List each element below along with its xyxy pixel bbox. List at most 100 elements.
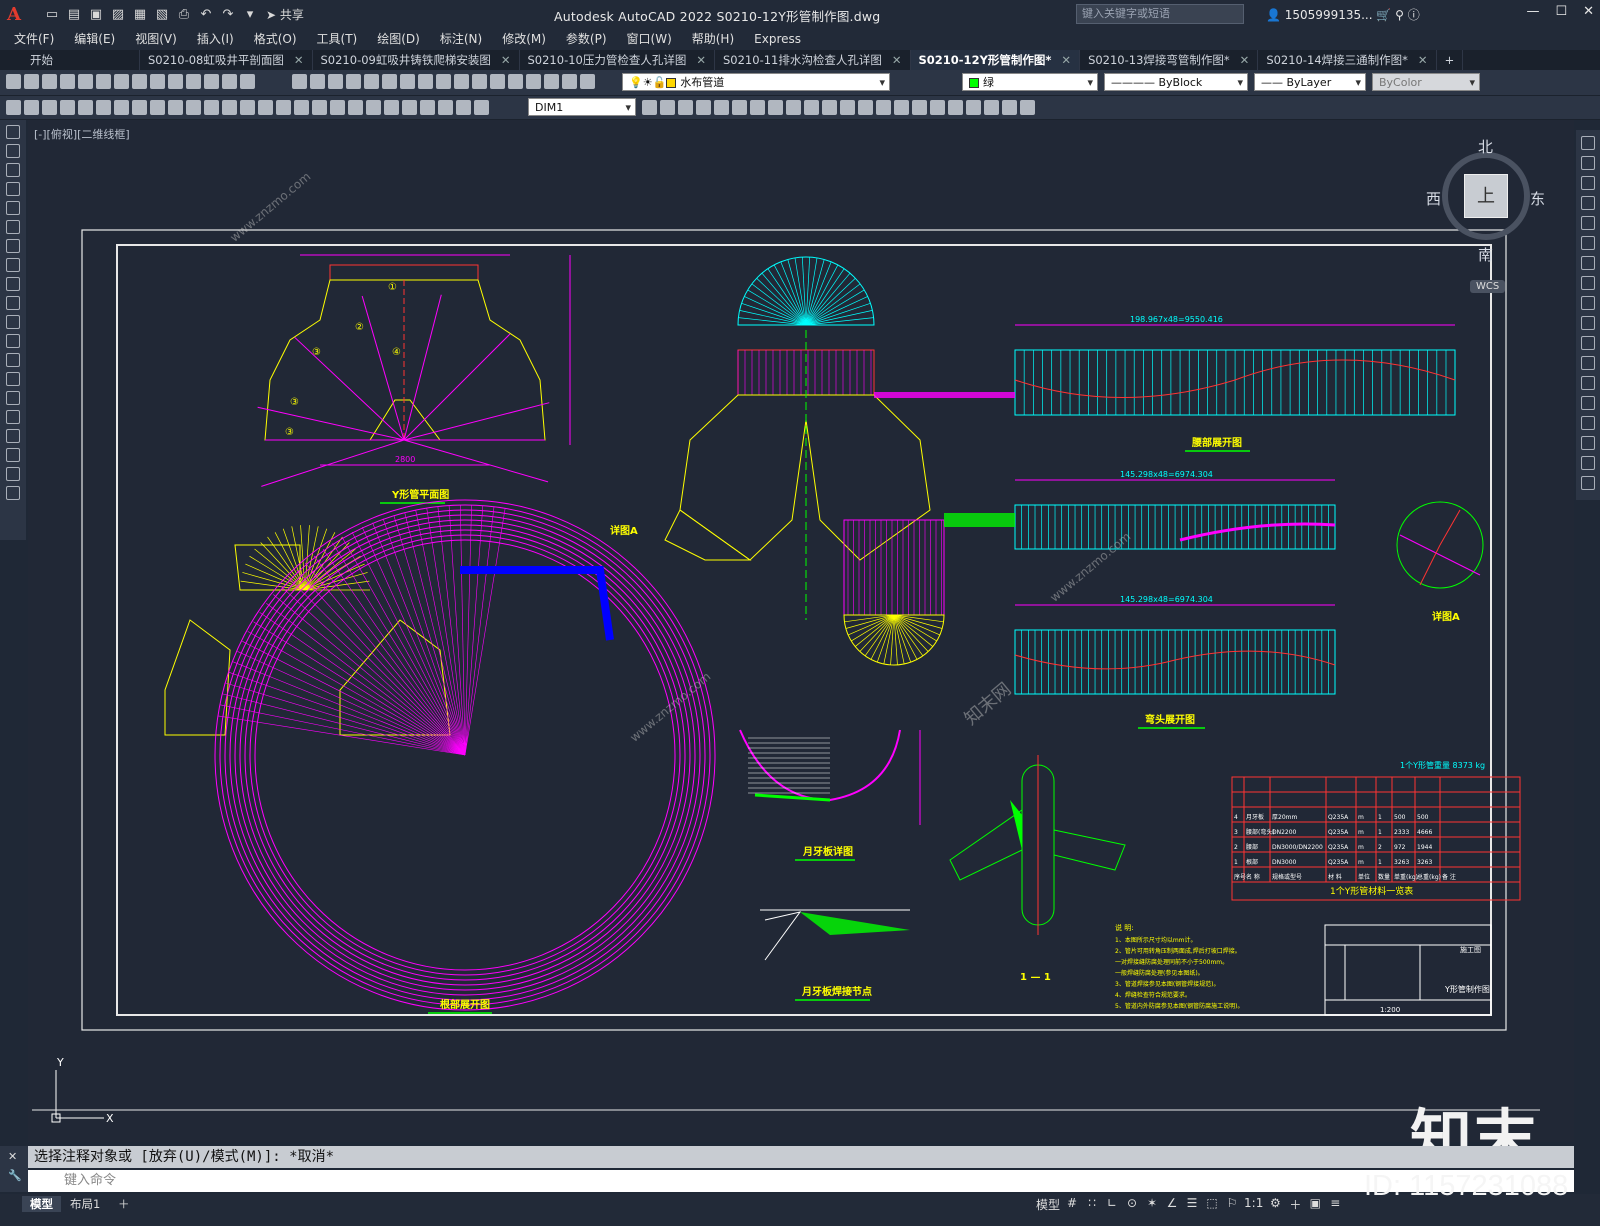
close-tab-icon[interactable]: ✕ bbox=[696, 50, 706, 70]
toolbar-tool-icon[interactable] bbox=[490, 74, 505, 89]
search-input[interactable]: 键入关键字或短语 bbox=[1076, 4, 1244, 24]
close-icon[interactable]: ✕ bbox=[1583, 4, 1594, 19]
side-tool-icon[interactable] bbox=[1581, 216, 1595, 230]
menu-item[interactable]: 参数(P) bbox=[566, 28, 607, 50]
side-tool-icon[interactable] bbox=[6, 182, 20, 196]
undo-icon[interactable]: ↶ bbox=[196, 4, 216, 24]
close-tab-icon[interactable]: ✕ bbox=[892, 50, 902, 70]
toolbar-tool-icon[interactable] bbox=[328, 74, 343, 89]
plotstyle-dropdown[interactable]: ByColor ▾ bbox=[1372, 73, 1480, 91]
toolbar-tool-icon[interactable] bbox=[364, 74, 379, 89]
toolbar-tool-icon[interactable] bbox=[400, 74, 415, 89]
toolbar-tool-icon[interactable] bbox=[436, 74, 451, 89]
side-tool-icon[interactable] bbox=[6, 467, 20, 481]
file-tab[interactable]: 开始 bbox=[0, 50, 140, 70]
new-tab-icon[interactable]: + bbox=[1437, 50, 1464, 70]
side-tool-icon[interactable] bbox=[6, 125, 20, 139]
toolbar-tool-icon[interactable] bbox=[544, 74, 559, 89]
toolbar-tool-icon[interactable] bbox=[96, 74, 111, 89]
saveas-icon[interactable]: ▨ bbox=[108, 4, 128, 24]
open-icon[interactable]: ▤ bbox=[64, 4, 84, 24]
side-tool-icon[interactable] bbox=[6, 277, 20, 291]
toolbar-tool-icon[interactable] bbox=[1020, 100, 1035, 115]
toolbar-tool-icon[interactable] bbox=[714, 100, 729, 115]
redo-icon[interactable]: ↷ bbox=[218, 4, 238, 24]
side-tool-icon[interactable] bbox=[1581, 436, 1595, 450]
toolbar-tool-icon[interactable] bbox=[384, 100, 399, 115]
menu-item[interactable]: 编辑(E) bbox=[74, 28, 115, 50]
side-tool-icon[interactable] bbox=[6, 448, 20, 462]
toolbar-tool-icon[interactable] bbox=[6, 74, 21, 89]
menu-item[interactable]: 修改(M) bbox=[502, 28, 546, 50]
side-tool-icon[interactable] bbox=[6, 144, 20, 158]
toolbar-tool-icon[interactable] bbox=[204, 100, 219, 115]
file-tab[interactable]: S0210-14焊接三通制作图* ✕ bbox=[1258, 50, 1437, 70]
side-tool-icon[interactable] bbox=[1581, 276, 1595, 290]
side-tool-icon[interactable] bbox=[1581, 236, 1595, 250]
close-tab-icon[interactable]: ✕ bbox=[1240, 50, 1250, 70]
plot-icon[interactable]: ⎙ bbox=[174, 4, 194, 24]
toolbar-tool-icon[interactable] bbox=[132, 100, 147, 115]
file-tab[interactable]: S0210-11排水沟检查人孔详图 ✕ bbox=[715, 50, 911, 70]
side-tool-icon[interactable] bbox=[1581, 336, 1595, 350]
side-tool-icon[interactable] bbox=[6, 296, 20, 310]
side-tool-icon[interactable] bbox=[1581, 176, 1595, 190]
toolbar-tool-icon[interactable] bbox=[348, 100, 363, 115]
toolbar-tool-icon[interactable] bbox=[526, 74, 541, 89]
toolbar-tool-icon[interactable] bbox=[312, 100, 327, 115]
side-tool-icon[interactable] bbox=[1581, 376, 1595, 390]
toolbar-tool-icon[interactable] bbox=[472, 74, 487, 89]
toolbar-tool-icon[interactable] bbox=[948, 100, 963, 115]
toolbar-tool-icon[interactable] bbox=[114, 74, 129, 89]
toolbar-tool-icon[interactable] bbox=[258, 100, 273, 115]
close-tab-icon[interactable]: ✕ bbox=[501, 50, 511, 70]
new-icon[interactable]: ▭ bbox=[42, 4, 62, 24]
layer-dropdown[interactable]: 💡☀🔓 水布管道 ▾ bbox=[622, 73, 890, 91]
toolbar-tool-icon[interactable] bbox=[456, 100, 471, 115]
toolbar-tool-icon[interactable] bbox=[276, 100, 291, 115]
file-tab[interactable]: S0210-13焊接弯管制作图* ✕ bbox=[1080, 50, 1259, 70]
drawing-viewport[interactable]: 2800 ① ② ④ ③ ③ ③ Y形管平面图 详图A 根部展开图 198.96… bbox=[28, 120, 1574, 1142]
toolbar-tool-icon[interactable] bbox=[894, 100, 909, 115]
toolbar-tool-icon[interactable] bbox=[750, 100, 765, 115]
file-tab[interactable]: S0210-09虹吸井铸铁爬梯安装图 ✕ bbox=[313, 50, 520, 70]
close-cmd-icon[interactable]: ✕ bbox=[0, 1146, 28, 1167]
side-tool-icon[interactable] bbox=[1581, 156, 1595, 170]
wcs-menu[interactable]: WCS bbox=[1470, 280, 1506, 293]
toolbar-tool-icon[interactable] bbox=[292, 74, 307, 89]
otrack-icon[interactable]: ∠ bbox=[1164, 1196, 1180, 1213]
dimstyle-dropdown[interactable]: DIM1 ▾ bbox=[528, 98, 636, 116]
side-tool-icon[interactable] bbox=[6, 429, 20, 443]
menu-item[interactable]: 工具(T) bbox=[317, 28, 358, 50]
toolbar-tool-icon[interactable] bbox=[204, 74, 219, 89]
toolbar-tool-icon[interactable] bbox=[660, 100, 675, 115]
menu-item[interactable]: 文件(F) bbox=[14, 28, 54, 50]
toolbar-tool-icon[interactable] bbox=[78, 100, 93, 115]
lineweight-dropdown[interactable]: —— ByLayer ▾ bbox=[1254, 73, 1366, 91]
toolbar-tool-icon[interactable] bbox=[96, 100, 111, 115]
toolbar-tool-icon[interactable] bbox=[382, 74, 397, 89]
side-tool-icon[interactable] bbox=[1581, 316, 1595, 330]
file-tab[interactable]: S0210-08虹吸井平剖面图 ✕ bbox=[140, 50, 313, 70]
side-tool-icon[interactable] bbox=[6, 391, 20, 405]
lineweight-icon[interactable]: ☰ bbox=[1184, 1196, 1200, 1213]
toolbar-tool-icon[interactable] bbox=[186, 74, 201, 89]
toolbar-tool-icon[interactable] bbox=[24, 74, 39, 89]
minimize-icon[interactable]: — bbox=[1526, 4, 1539, 19]
toolbar-tool-icon[interactable] bbox=[150, 100, 165, 115]
toolbar-tool-icon[interactable] bbox=[580, 74, 595, 89]
close-tab-icon[interactable]: ✕ bbox=[1418, 50, 1428, 70]
toolbar-tool-icon[interactable] bbox=[114, 100, 129, 115]
toolbar-tool-icon[interactable] bbox=[840, 100, 855, 115]
toolbar-tool-icon[interactable] bbox=[78, 74, 93, 89]
customize-cmd-icon[interactable]: 🔧 bbox=[0, 1167, 28, 1184]
side-tool-icon[interactable] bbox=[1581, 136, 1595, 150]
menu-item[interactable]: 插入(I) bbox=[197, 28, 234, 50]
toolbar-tool-icon[interactable] bbox=[168, 74, 183, 89]
toolbar-tool-icon[interactable] bbox=[24, 100, 39, 115]
toolbar-tool-icon[interactable] bbox=[60, 100, 75, 115]
toolbar-tool-icon[interactable] bbox=[240, 100, 255, 115]
toolbar-tool-icon[interactable] bbox=[222, 100, 237, 115]
toolbar-tool-icon[interactable] bbox=[966, 100, 981, 115]
side-tool-icon[interactable] bbox=[1581, 456, 1595, 470]
